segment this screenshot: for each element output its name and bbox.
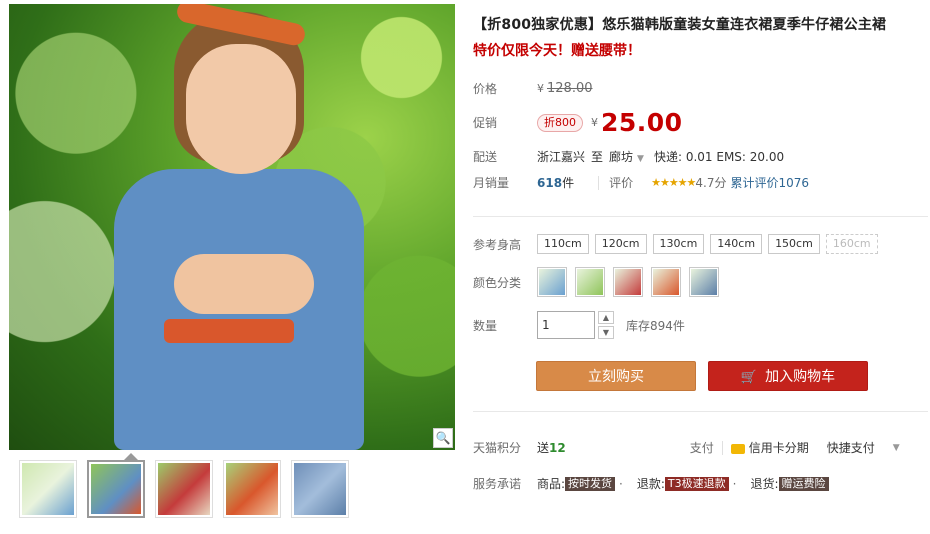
size-label: 参考身高 bbox=[473, 237, 522, 252]
sales-label: 月销量 bbox=[473, 176, 510, 190]
face bbox=[186, 44, 296, 174]
shipping-row: 配送 浙江嘉兴 至 廊坊 ▼ 快递: 0.01 EMS: 20.00 bbox=[473, 148, 784, 165]
cart-icon: 🛒 bbox=[740, 370, 758, 385]
original-price: 128.00 bbox=[547, 81, 593, 96]
color-swatch-5[interactable] bbox=[689, 267, 719, 297]
chevron-down-icon[interactable]: ▼ bbox=[893, 443, 900, 453]
stock-count: 库存894件 bbox=[626, 318, 685, 333]
goods-badge[interactable]: 按时发货 bbox=[565, 476, 616, 491]
sales-row: 月销量 618 件 评价 ★★★★★ 4.7分 累计评价1076 bbox=[473, 174, 809, 191]
promo-row: 促销 折800 ¥ 25.00 bbox=[473, 108, 683, 137]
points-value: 12 bbox=[549, 440, 566, 455]
product-info: 【折800独家优惠】悠乐猫韩版童装女童连衣裙夏季牛仔裙公主裙 特价仅限今天！赠送… bbox=[473, 14, 928, 491]
sales-count: 618 bbox=[537, 175, 563, 190]
price-label: 价格 bbox=[473, 82, 498, 96]
dot-separator: · bbox=[619, 476, 623, 491]
price-row: 价格 ¥ 128.00 bbox=[473, 80, 593, 97]
thumbnail-2[interactable] bbox=[87, 460, 145, 518]
shipping-to-word: 至 bbox=[591, 150, 604, 164]
size-option-disabled: 160cm bbox=[825, 234, 878, 254]
service-label: 服务承诺 bbox=[473, 477, 522, 491]
quantity-label: 数量 bbox=[473, 318, 498, 333]
decrement-button[interactable]: ▼ bbox=[598, 326, 614, 339]
divider bbox=[721, 440, 723, 455]
rating-score: 4.7分 bbox=[695, 176, 727, 190]
quantity-row: 数量 ▲ ▼ 库存894件 bbox=[473, 311, 685, 339]
thumbnail-3[interactable] bbox=[155, 460, 213, 518]
shipping-fees: 快递: 0.01 EMS: 20.00 bbox=[653, 150, 785, 164]
product-gallery: 🔍 bbox=[9, 4, 455, 534]
quantity-input[interactable] bbox=[537, 311, 595, 339]
promo-label: 促销 bbox=[473, 116, 498, 130]
size-option[interactable]: 140cm bbox=[710, 234, 763, 254]
sales-unit: 件 bbox=[562, 176, 575, 190]
zoom-icon[interactable]: 🔍 bbox=[433, 428, 453, 448]
return-badge[interactable]: 赠运费险 bbox=[778, 476, 829, 491]
review-count-link[interactable]: 累计评价1076 bbox=[731, 174, 810, 191]
quick-pay[interactable]: 快捷支付 bbox=[827, 439, 875, 456]
promo-tag: 折800 bbox=[537, 113, 583, 132]
size-option[interactable]: 130cm bbox=[652, 234, 705, 254]
color-swatch-1[interactable] bbox=[537, 267, 567, 297]
shipping-from: 浙江嘉兴 bbox=[537, 150, 586, 164]
service-row: 服务承诺 商品: 按时发货 · 退款: T3极速退款 · 退货: 赠运费险 bbox=[473, 475, 831, 492]
pay-label: 支付 bbox=[689, 441, 714, 455]
color-row: 颜色分类 bbox=[473, 267, 727, 297]
refund-badge[interactable]: T3极速退款 bbox=[664, 476, 729, 491]
tmall-points-label: 天猫积分 bbox=[473, 441, 522, 455]
return-label: 退货: bbox=[750, 477, 779, 491]
buy-now-button[interactable]: 立刻购买 bbox=[536, 361, 696, 391]
quantity-stepper: ▲ ▼ bbox=[598, 311, 614, 339]
points-prefix: 送 bbox=[537, 441, 550, 455]
arms bbox=[174, 254, 314, 314]
section-divider bbox=[473, 216, 928, 217]
thumbnail-1[interactable] bbox=[19, 460, 77, 518]
main-product-image[interactable]: 🔍 bbox=[9, 4, 455, 450]
chevron-down-icon: ▼ bbox=[637, 154, 644, 164]
star-rating-icon: ★★★★★ bbox=[651, 176, 696, 189]
dot-separator: · bbox=[732, 476, 737, 491]
size-option[interactable]: 110cm bbox=[537, 234, 589, 254]
size-option[interactable]: 150cm bbox=[768, 234, 820, 254]
refund-label: 退款: bbox=[636, 477, 665, 491]
credit-card-icon bbox=[730, 443, 745, 454]
belt bbox=[164, 319, 294, 343]
size-row: 参考身高 110cm 120cm 130cm 140cm 150cm 160cm bbox=[473, 234, 884, 254]
tmall-points-row: 天猫积分 送 12 支付 信用卡分期 快捷支付 ▼ bbox=[473, 439, 900, 456]
promo-currency: ¥ bbox=[591, 116, 598, 129]
product-subtitle: 特价仅限今天！赠送腰带！ bbox=[473, 43, 641, 59]
model-figure bbox=[104, 4, 374, 450]
thumbnail-5[interactable] bbox=[291, 460, 349, 518]
promo-price: 25.00 bbox=[601, 108, 683, 137]
shipping-destination[interactable]: 廊坊 ▼ bbox=[609, 148, 644, 165]
price-currency: ¥ bbox=[537, 82, 544, 95]
color-label: 颜色分类 bbox=[473, 275, 522, 290]
add-to-cart-button[interactable]: 🛒 加入购物车 bbox=[708, 361, 868, 391]
size-option[interactable]: 120cm bbox=[594, 234, 647, 254]
thumbnail-strip bbox=[9, 460, 455, 522]
credit-installment[interactable]: 信用卡分期 bbox=[730, 439, 809, 456]
shipping-label: 配送 bbox=[473, 150, 498, 164]
section-divider bbox=[473, 411, 928, 412]
divider bbox=[598, 175, 600, 190]
color-swatch-3[interactable] bbox=[613, 267, 643, 297]
color-swatch-4[interactable] bbox=[651, 267, 681, 297]
goods-label: 商品: bbox=[537, 477, 566, 491]
increment-button[interactable]: ▲ bbox=[598, 311, 614, 324]
color-swatch-2[interactable] bbox=[575, 267, 605, 297]
review-label: 评价 bbox=[609, 176, 634, 190]
active-thumb-pointer bbox=[124, 453, 138, 460]
add-to-cart-label: 加入购物车 bbox=[765, 369, 836, 385]
thumbnail-4[interactable] bbox=[223, 460, 281, 518]
product-title: 【折800独家优惠】悠乐猫韩版童装女童连衣裙夏季牛仔裙公主裙 bbox=[473, 17, 887, 33]
